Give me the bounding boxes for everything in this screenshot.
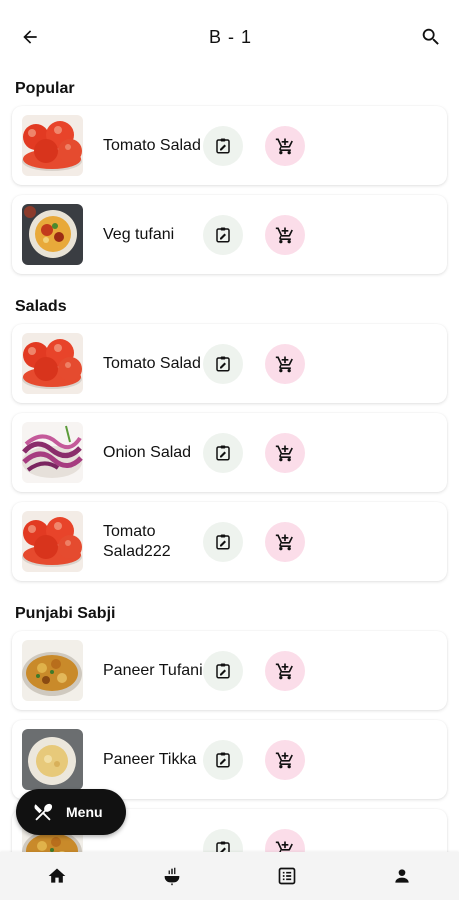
menu-item-card[interactable]: Tomato Salad222 — [12, 502, 447, 581]
section-title: Punjabi Sabji — [15, 605, 116, 622]
nav-kitchen[interactable] — [152, 856, 192, 896]
menu-item-card[interactable]: Onion Salad — [12, 413, 447, 492]
menu-item-card[interactable]: Paneer Tufani — [12, 631, 447, 710]
add-to-cart-button[interactable] — [265, 828, 305, 852]
menu-item-image — [22, 333, 83, 394]
bottom-navigation — [0, 852, 459, 900]
add-to-cart-button[interactable] — [265, 343, 305, 384]
menu-item-card[interactable]: Tomato Salad — [12, 324, 447, 403]
nav-home[interactable] — [37, 856, 77, 896]
nav-profile[interactable] — [382, 856, 422, 896]
section-title: Salads — [15, 298, 67, 315]
edit-note-icon — [216, 663, 230, 678]
menu-item-name: Tomato Salad — [103, 354, 201, 372]
menu-item-name: Paneer Tufani — [103, 661, 203, 679]
edit-note-button[interactable] — [203, 650, 243, 691]
page-title: B - 1 — [208, 26, 252, 47]
menu-item-card[interactable]: Tomato Salad — [12, 106, 447, 185]
add-to-cart-icon — [275, 138, 293, 154]
add-to-cart-icon — [275, 227, 293, 243]
menu-item-image — [22, 115, 83, 176]
add-to-cart-button[interactable] — [265, 432, 305, 473]
add-to-cart-button[interactable] — [265, 214, 305, 255]
search-button[interactable] — [417, 23, 445, 51]
add-to-cart-icon — [275, 534, 293, 550]
add-to-cart-icon — [275, 445, 293, 461]
menu-item-name: Tomato Salad222 — [103, 522, 171, 560]
edit-note-button[interactable] — [203, 343, 243, 384]
add-to-cart-button[interactable] — [265, 125, 305, 166]
menu-item-image — [22, 729, 83, 790]
menu-item-name: Tomato Salad — [103, 136, 201, 154]
add-to-cart-icon — [275, 663, 293, 679]
menu-item-name: Veg tufani — [103, 225, 175, 243]
menu-item-image — [22, 204, 83, 265]
add-to-cart-icon — [275, 841, 293, 852]
menu-fab-button[interactable]: Menu — [16, 789, 126, 835]
edit-note-icon — [216, 752, 230, 767]
edit-note-icon — [216, 356, 230, 371]
edit-note-button[interactable] — [203, 828, 243, 852]
list-icon — [278, 867, 296, 885]
arrow-left-icon — [23, 30, 37, 44]
menu-content[interactable]: Popular Tomato Salad Veg tufani Salads Tomat… — [0, 66, 459, 852]
add-to-cart-icon — [275, 356, 293, 372]
search-icon — [422, 28, 439, 45]
menu-item-card[interactable]: Veg tufani — [12, 195, 447, 274]
menu-item-image — [22, 640, 83, 701]
menu-item-image — [22, 511, 83, 572]
edit-note-icon — [216, 534, 230, 549]
cooking-pot-icon — [164, 867, 180, 886]
edit-note-button[interactable] — [203, 432, 243, 473]
menu-item-name: Paneer Tikka — [103, 750, 197, 768]
edit-note-icon — [216, 227, 230, 242]
nav-orders[interactable] — [267, 856, 307, 896]
edit-note-button[interactable] — [203, 521, 243, 562]
menu-fab-label: Menu — [66, 804, 103, 820]
status-bar — [0, 0, 459, 8]
add-to-cart-button[interactable] — [265, 521, 305, 562]
menu-item-card[interactable]: Paneer Tikka — [12, 720, 447, 799]
add-to-cart-button[interactable] — [265, 650, 305, 691]
menu-item-name: Onion Salad — [103, 443, 192, 461]
add-to-cart-icon — [275, 752, 293, 768]
add-to-cart-button[interactable] — [265, 739, 305, 780]
edit-note-button[interactable] — [203, 125, 243, 166]
edit-note-icon — [216, 841, 230, 852]
section-title: Popular — [15, 80, 75, 97]
app-bar: B - 1 — [0, 8, 459, 66]
home-icon — [49, 868, 66, 883]
edit-note-button[interactable] — [203, 739, 243, 780]
edit-note-icon — [216, 445, 230, 460]
edit-note-icon — [216, 138, 230, 153]
utensils-icon — [34, 803, 53, 821]
edit-note-button[interactable] — [203, 214, 243, 255]
menu-item-image — [22, 422, 83, 483]
back-button[interactable] — [16, 23, 44, 51]
person-icon — [394, 869, 409, 883]
